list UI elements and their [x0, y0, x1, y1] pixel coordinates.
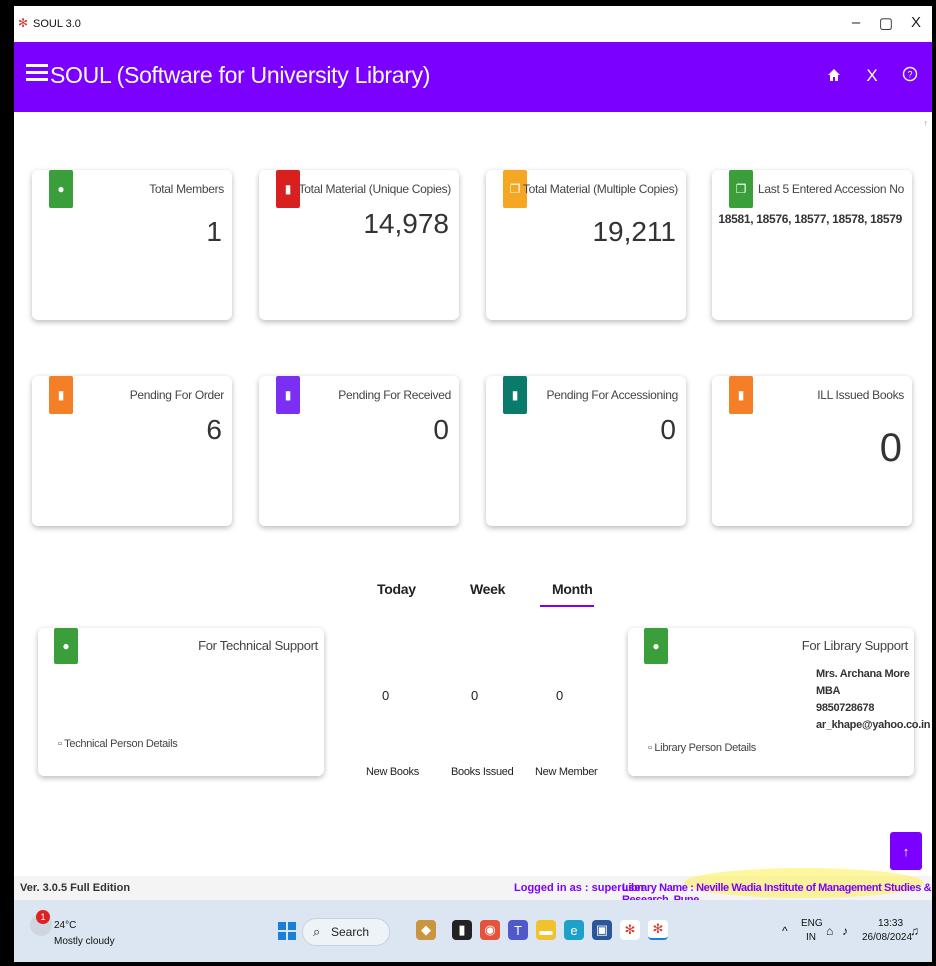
card-value: 1 — [206, 216, 222, 247]
books-issued-value: 0 — [471, 688, 479, 703]
soul-app-active-icon[interactable]: ✻ — [648, 920, 668, 940]
search-icon: ⌕ — [313, 924, 321, 939]
language-line2[interactable]: IN — [806, 932, 816, 943]
window-title-bar: ✻ SOUL 3.0 – ▢ X — [14, 6, 932, 42]
taskbar: 1 24°C Mostly cloudy ⌕ Search ◆ ▮ ◉ T ▬ e… — [14, 900, 932, 962]
notification-bell-icon[interactable]: ♫ — [910, 924, 919, 938]
book-icon: ▮ — [729, 376, 753, 414]
minimize-button[interactable]: – — [844, 14, 868, 31]
app-window: ✻ SOUL 3.0 – ▢ X SOUL (Software for Univ… — [14, 6, 932, 962]
card-value: 0 — [879, 426, 902, 470]
scroll-to-top-button[interactable]: ↑ — [890, 832, 922, 870]
document-icon: ▮ — [276, 170, 300, 208]
volume-icon[interactable]: ♪ — [842, 924, 848, 938]
card-value: 14,978 — [363, 208, 449, 239]
card-label: Last 5 Entered Accession No — [758, 182, 904, 196]
card-value: 6 — [206, 414, 222, 445]
card-value: 0 — [433, 414, 449, 445]
card-value: 18581, 18576, 18577, 18578, 18579 — [718, 212, 902, 226]
windows-start-icon[interactable] — [278, 922, 296, 940]
new-member-label: New Member — [535, 766, 598, 778]
task-view-icon[interactable]: ▮ — [452, 920, 472, 940]
contact-phone: 9850728678 — [816, 702, 875, 714]
contact-qualification: MBA — [816, 685, 841, 697]
card-last-accession[interactable]: ❐ Last 5 Entered Accession No 18581, 185… — [712, 170, 912, 320]
library-support-title: For Library Support — [801, 638, 909, 653]
card-total-members[interactable]: ● Total Members 1 — [32, 170, 232, 320]
contact-email: ar_khape@yahoo.co.in — [816, 719, 931, 731]
card-value: 0 — [660, 414, 676, 445]
card-label: Total Members — [149, 182, 224, 196]
app-title: SOUL (Software for University Library) — [50, 62, 431, 88]
card-pending-order[interactable]: ▮ Pending For Order 6 — [32, 376, 232, 526]
book-icon: ▮ — [276, 376, 300, 414]
card-label: Total Material (Unique Copies) — [298, 182, 452, 196]
member-icon: ● — [54, 628, 78, 664]
widgets-icon[interactable]: ◆ — [416, 920, 436, 940]
chevron-up-icon[interactable]: ^ — [782, 924, 788, 938]
teams-icon[interactable]: T — [508, 920, 528, 940]
svg-text:?: ? — [907, 70, 912, 80]
technical-support-card: ● For Technical Support ▫ Technical Pers… — [38, 628, 324, 776]
card-ill-issued-books[interactable]: ▮ ILL Issued Books 0 — [712, 376, 912, 526]
tab-week[interactable]: Week — [470, 581, 505, 597]
card-total-material-unique[interactable]: ▮ Total Material (Unique Copies) 14,978 — [259, 170, 459, 320]
weather-badge: 1 — [36, 910, 50, 924]
card-value: 19,211 — [592, 216, 676, 247]
language-line1[interactable]: ENG — [801, 918, 823, 929]
weather-condition: Mostly cloudy — [54, 936, 115, 947]
close-icon[interactable]: X — [860, 66, 884, 86]
library-person-details-link[interactable]: ▫ Library Person Details — [648, 742, 756, 754]
version-label: Ver. 3.0.5 Full Edition — [20, 882, 131, 894]
books-issued-label: Books Issued — [451, 766, 514, 778]
clock-date[interactable]: 26/08/2024 — [862, 932, 912, 943]
network-icon[interactable]: ⌂ — [826, 924, 833, 938]
copies-icon: ❐ — [729, 170, 753, 208]
technical-person-details-link[interactable]: ▫ Technical Person Details — [58, 738, 178, 750]
clock-time[interactable]: 13:33 — [878, 918, 903, 929]
weather-temperature: 24°C — [54, 920, 77, 931]
soul-app-icon[interactable]: ✻ — [620, 920, 640, 940]
card-label: Pending For Received — [338, 388, 451, 402]
member-icon: ● — [49, 170, 73, 208]
hamburger-menu-icon[interactable] — [26, 64, 48, 82]
status-bar: Ver. 3.0.5 Full Edition Logged in as : s… — [14, 868, 932, 906]
close-window-button[interactable]: X — [904, 14, 928, 31]
card-pending-accessioning[interactable]: ▮ Pending For Accessioning 0 — [486, 376, 686, 526]
new-books-label: New Books — [366, 766, 419, 778]
new-member-value: 0 — [556, 688, 564, 703]
app-header: SOUL (Software for University Library) X… — [14, 42, 932, 112]
scroll-up-arrow-icon[interactable]: ↑ — [924, 118, 929, 128]
store-icon[interactable]: ▣ — [592, 920, 612, 940]
technical-support-title: For Technical Support — [198, 638, 318, 653]
new-books-value: 0 — [382, 688, 390, 703]
window-title: SOUL 3.0 — [33, 18, 81, 30]
library-support-card: ● For Library Support Mrs. Archana More … — [628, 628, 930, 776]
active-tab-indicator — [540, 605, 594, 607]
copilot-icon[interactable]: ◉ — [480, 920, 500, 940]
book-icon: ▮ — [49, 376, 73, 414]
card-label: ILL Issued Books — [817, 388, 904, 402]
help-icon[interactable]: ? — [898, 66, 922, 87]
card-total-material-multiple[interactable]: ❐ Total Material (Multiple Copies) 19,21… — [486, 170, 686, 320]
tab-today[interactable]: Today — [377, 581, 416, 597]
file-explorer-icon[interactable]: ▬ — [536, 920, 556, 940]
card-label: Total Material (Multiple Copies) — [522, 182, 678, 196]
tab-month[interactable]: Month — [552, 581, 593, 597]
edge-browser-icon[interactable]: e — [564, 920, 584, 940]
library-contact-details: Mrs. Archana More MBA 9850728678 ar_khap… — [816, 666, 930, 734]
home-icon[interactable] — [822, 66, 846, 87]
taskbar-search[interactable]: ⌕ Search — [302, 918, 390, 946]
card-pending-received[interactable]: ▮ Pending For Received 0 — [259, 376, 459, 526]
maximize-button[interactable]: ▢ — [874, 14, 898, 32]
book-icon: ▮ — [503, 376, 527, 414]
card-label: Pending For Accessioning — [546, 388, 678, 402]
soul-logo-icon: ✻ — [18, 16, 29, 30]
member-icon: ● — [644, 628, 668, 664]
card-label: Pending For Order — [129, 388, 225, 402]
contact-name: Mrs. Archana More — [816, 668, 910, 680]
